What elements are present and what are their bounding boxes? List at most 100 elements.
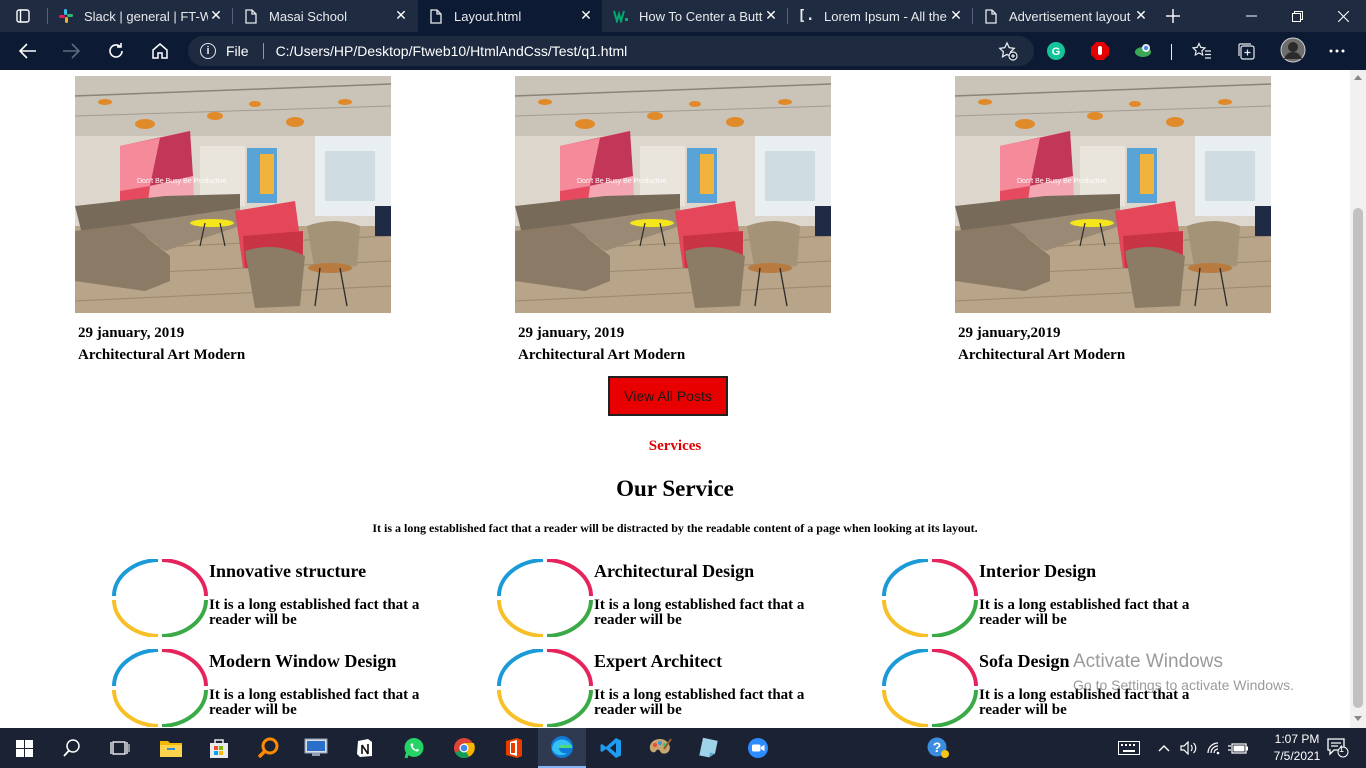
activate-windows-watermark: Activate Windows Go to Settings to activ… (1073, 651, 1294, 693)
service-title: Interior Design (979, 561, 1097, 581)
service-description: It is a long established fact that a rea… (594, 687, 805, 718)
post-title[interactable]: Architectural Art Modern (958, 347, 1285, 364)
sticky-notes-icon[interactable] (684, 728, 732, 768)
service-ring-icon (497, 559, 593, 637)
tab-w3schools[interactable]: How To Center a Butto ✕ (603, 0, 787, 32)
scroll-up-arrow[interactable] (1354, 75, 1362, 80)
tab-advertisement[interactable]: Advertisement layout ✕ (973, 0, 1157, 32)
office-lounge-image: Don't Be Busy Be Productive (75, 76, 391, 313)
service-description: It is a long established fact that a rea… (594, 597, 805, 628)
page-icon (428, 8, 444, 24)
view-all-posts-button[interactable]: View All Posts (608, 376, 728, 416)
service-ring-icon (112, 559, 208, 637)
close-icon[interactable]: ✕ (1133, 8, 1149, 24)
post-card: Don't Be Busy Be Productive 29 january,2… (955, 76, 1285, 364)
tab-title: Lorem Ipsum - All the (824, 8, 947, 24)
scroll-down-arrow[interactable] (1354, 716, 1362, 721)
page-icon (983, 8, 999, 24)
service-title: Architectural Design (594, 561, 755, 581)
keyboard-icon[interactable] (1115, 728, 1143, 768)
service-ring-icon (882, 559, 978, 637)
close-icon[interactable]: ✕ (763, 8, 779, 24)
back-button[interactable] (12, 35, 44, 67)
more-options-icon[interactable] (1327, 41, 1347, 61)
slack-icon (58, 8, 74, 24)
w3-icon (613, 8, 629, 24)
notification-count: 1 (1339, 744, 1345, 754)
clock-time: 1:07 PM (1274, 732, 1320, 746)
tab-layout[interactable]: Layout.html ✕ (418, 0, 602, 32)
service-item: Modern Window Design It is a long establ… (112, 649, 457, 728)
close-icon[interactable]: ✕ (208, 8, 224, 24)
edge-icon[interactable] (538, 728, 586, 768)
store-icon[interactable] (195, 728, 243, 768)
post-card: Don't Be Busy Be Productive 29 january, … (515, 76, 845, 364)
chrome-icon[interactable] (440, 728, 488, 768)
profile-avatar[interactable] (1280, 37, 1306, 63)
refresh-button[interactable] (100, 35, 132, 67)
service-description: It is a long established fact that a rea… (209, 687, 420, 718)
chevron-up-icon[interactable] (1155, 728, 1173, 768)
grammarly-icon[interactable]: G (1046, 41, 1066, 61)
svg-text:G: G (1052, 46, 1061, 58)
minimize-button[interactable] (1228, 0, 1274, 32)
post-title[interactable]: Architectural Art Modern (518, 347, 845, 364)
service-ring-icon (497, 649, 593, 727)
office-lounge-image: Don't Be Busy Be Productive (955, 76, 1271, 313)
vertical-scrollbar[interactable] (1350, 70, 1366, 728)
remote-desktop-icon[interactable] (292, 728, 340, 768)
forward-button[interactable] (55, 35, 87, 67)
service-title: Modern Window Design (209, 651, 397, 671)
search-icon[interactable] (48, 728, 96, 768)
post-title[interactable]: Architectural Art Modern (78, 347, 405, 364)
address-bar[interactable]: i File C:/Users/HP/Desktop/Ftweb10/HtmlA… (188, 36, 1034, 66)
home-button[interactable] (144, 35, 176, 67)
toolbar-divider (1171, 44, 1172, 60)
help-icon[interactable]: ? (914, 728, 962, 768)
favorites-icon[interactable] (1192, 41, 1212, 61)
tab-slack[interactable]: Slack | general | FT-WE ✕ (48, 0, 232, 32)
service-item: Architectural Design It is a long establ… (497, 559, 842, 639)
whatsapp-icon[interactable] (390, 728, 438, 768)
restore-button[interactable] (1274, 0, 1320, 32)
service-description: It is a long established fact that a rea… (979, 597, 1190, 628)
new-tab-button[interactable] (1158, 0, 1188, 32)
url-text[interactable]: C:/Users/HP/Desktop/Ftweb10/HtmlAndCss/T… (276, 43, 628, 59)
close-icon[interactable]: ✕ (393, 8, 409, 24)
volume-icon[interactable] (1178, 728, 1200, 768)
paint-icon[interactable] (636, 728, 684, 768)
wifi-icon[interactable] (1203, 728, 1225, 768)
close-window-button[interactable] (1320, 0, 1366, 32)
tab-actions-icon[interactable] (0, 0, 46, 32)
notion-icon[interactable] (341, 728, 389, 768)
service-title: Expert Architect (594, 651, 723, 671)
start-windows-icon[interactable] (0, 728, 48, 768)
services-eyebrow: Services (648, 438, 702, 454)
collections-icon[interactable] (1236, 41, 1256, 61)
scrollbar-thumb[interactable] (1353, 208, 1363, 708)
adblock-icon[interactable] (1090, 41, 1110, 61)
file-explorer-icon[interactable] (147, 728, 195, 768)
tab-lorem[interactable]: [. Lorem Ipsum - All the ✕ (788, 0, 972, 32)
tab-masai[interactable]: Masai School ✕ (233, 0, 417, 32)
info-icon[interactable]: i (200, 43, 216, 59)
service-item: Expert Architect It is a long establishe… (497, 649, 842, 728)
service-title: Innovative structure (209, 561, 367, 581)
close-icon[interactable]: ✕ (948, 8, 964, 24)
divider (262, 43, 264, 59)
task-view-icon[interactable] (96, 728, 144, 768)
extension-icon[interactable] (1133, 41, 1153, 61)
navigation-bar: i File C:/Users/HP/Desktop/Ftweb10/HtmlA… (0, 32, 1366, 70)
notifications-icon[interactable]: 1 (1318, 728, 1358, 768)
office-icon[interactable] (490, 728, 538, 768)
add-favorite-icon[interactable] (998, 41, 1018, 61)
vscode-icon[interactable] (587, 728, 635, 768)
everything-search-icon[interactable] (244, 728, 292, 768)
service-title: Sofa Design (979, 651, 1070, 671)
system-clock[interactable]: 1:07 PM 7/5/2021 (1270, 731, 1324, 765)
svg-text:?: ? (933, 739, 942, 755)
battery-icon[interactable] (1227, 728, 1249, 768)
close-icon[interactable]: ✕ (578, 8, 594, 24)
zoom-icon[interactable] (734, 728, 782, 768)
tab-title: How To Center a Butto (639, 8, 763, 24)
